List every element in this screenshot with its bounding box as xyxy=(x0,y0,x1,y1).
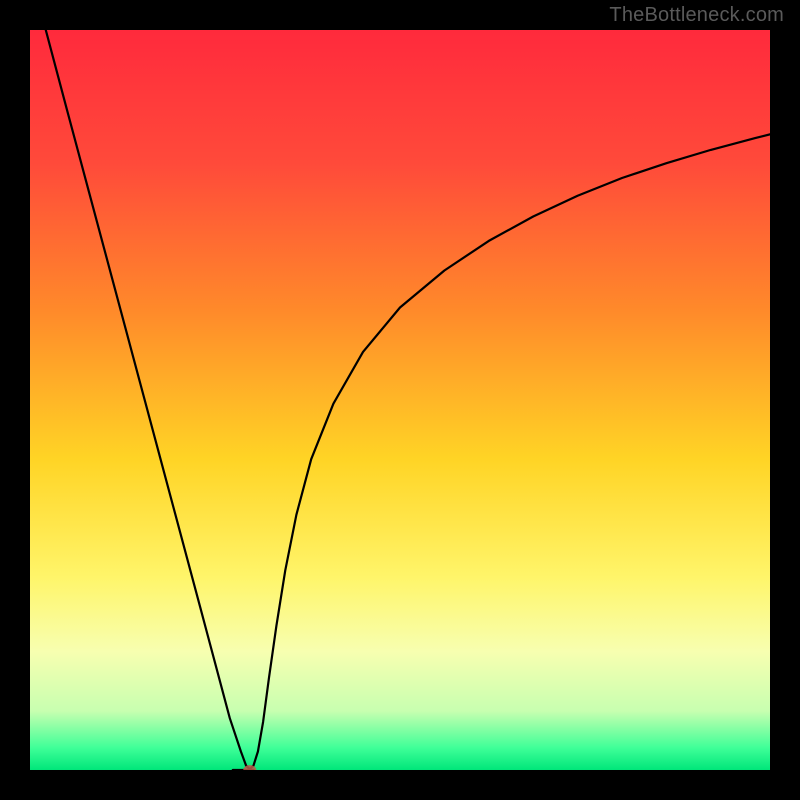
plot-svg xyxy=(30,30,770,770)
watermark-text: TheBottleneck.com xyxy=(609,4,784,27)
gradient-background xyxy=(30,30,770,770)
plot-area xyxy=(30,30,770,770)
chart-frame: TheBottleneck.com xyxy=(0,0,800,800)
